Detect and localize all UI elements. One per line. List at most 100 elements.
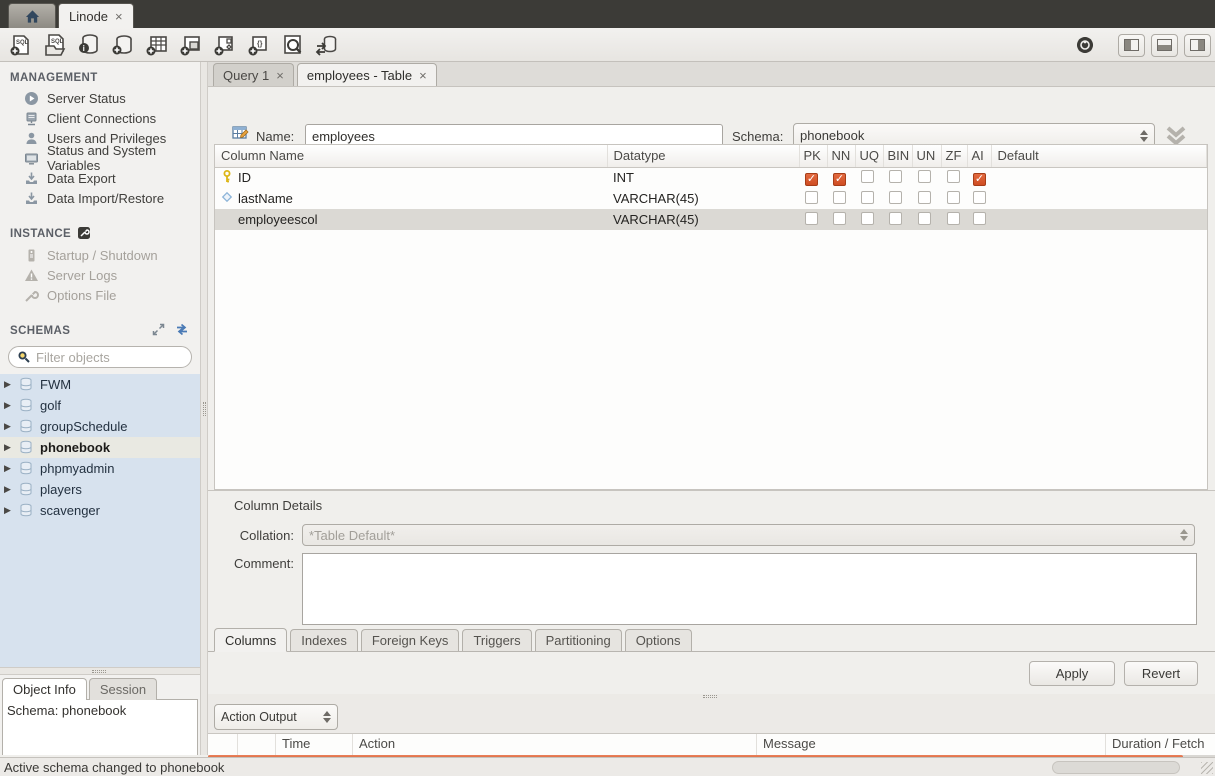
home-tab[interactable] <box>8 3 56 28</box>
schema-item-golf[interactable]: ▶golf <box>0 395 200 416</box>
tab-partitioning[interactable]: Partitioning <box>535 629 622 651</box>
schema-filter-input[interactable] <box>36 350 176 365</box>
checkbox-ai[interactable] <box>973 173 986 186</box>
col-header[interactable]: UN <box>912 145 941 167</box>
output-col-action[interactable]: Action <box>353 734 757 755</box>
checkbox-ai[interactable] <box>973 191 986 204</box>
checkbox-nn[interactable] <box>833 212 846 225</box>
checkbox-pk[interactable] <box>805 173 818 186</box>
schema-item-scavenger[interactable]: ▶scavenger <box>0 500 200 521</box>
tab-query-1[interactable]: Query 1 × <box>213 63 294 86</box>
column-default[interactable] <box>991 167 1207 188</box>
col-header[interactable]: Default <box>991 145 1207 167</box>
close-icon[interactable]: × <box>276 69 284 82</box>
checkbox-pk[interactable] <box>805 191 818 204</box>
open-sql-script-icon[interactable]: SQL <box>42 32 68 58</box>
new-sql-tab-icon[interactable]: SQL <box>8 32 34 58</box>
search-objects-icon[interactable] <box>280 32 306 58</box>
sidebar-splitter[interactable] <box>200 62 208 755</box>
column-row-employeescol[interactable]: employeescol VARCHAR(45) <box>215 209 1207 230</box>
expand-panel-icon[interactable] <box>152 323 167 338</box>
create-routine-icon[interactable] <box>212 32 238 58</box>
schema-item-fwm[interactable]: ▶FWM <box>0 374 200 395</box>
sidebar-item-server-status[interactable]: Server Status <box>0 88 200 108</box>
checkbox-ai[interactable] <box>973 212 986 225</box>
tab-foreign-keys[interactable]: Foreign Keys <box>361 629 460 651</box>
reconnect-dbms-icon[interactable] <box>314 32 340 58</box>
checkbox-un[interactable] <box>918 212 931 225</box>
comment-textarea[interactable] <box>302 553 1197 625</box>
checkbox-bin[interactable] <box>889 170 902 183</box>
checkbox-un[interactable] <box>918 170 931 183</box>
column-row-id[interactable]: ID INT <box>215 167 1207 188</box>
sidebar-item-startup-shutdown[interactable]: Startup / Shutdown <box>0 245 200 265</box>
checkbox-uq[interactable] <box>861 191 874 204</box>
output-col-duration[interactable]: Duration / Fetch <box>1106 734 1215 755</box>
close-icon[interactable]: × <box>115 10 123 23</box>
revert-button[interactable]: Revert <box>1124 661 1198 686</box>
create-table-icon[interactable] <box>144 32 170 58</box>
checkbox-bin[interactable] <box>889 191 902 204</box>
refresh-schemas-icon[interactable] <box>175 323 190 338</box>
col-header[interactable]: Datatype <box>607 145 799 167</box>
checkbox-uq[interactable] <box>861 170 874 183</box>
gear-icon[interactable] <box>1072 32 1098 58</box>
sidebar-item-status-system-variables[interactable]: Status and System Variables <box>0 148 200 168</box>
col-header[interactable]: BIN <box>883 145 912 167</box>
checkbox-un[interactable] <box>918 191 931 204</box>
sidebar-item-data-import[interactable]: Data Import/Restore <box>0 188 200 208</box>
expander-icon[interactable]: ▶ <box>4 463 13 474</box>
checkbox-zf[interactable] <box>947 191 960 204</box>
col-header[interactable]: Column Name <box>215 145 607 167</box>
connection-tab[interactable]: Linode × <box>58 3 134 28</box>
checkbox-nn[interactable] <box>833 173 846 186</box>
expander-icon[interactable]: ▶ <box>4 442 13 453</box>
checkbox-bin[interactable] <box>889 212 902 225</box>
create-function-icon[interactable]: {} <box>246 32 272 58</box>
sidebar-item-server-logs[interactable]: Server Logs <box>0 265 200 285</box>
checkbox-zf[interactable] <box>947 212 960 225</box>
collation-select[interactable]: *Table Default* <box>302 524 1195 546</box>
tab-options[interactable]: Options <box>625 629 692 651</box>
column-default[interactable] <box>991 209 1207 230</box>
column-row-lastname[interactable]: lastName VARCHAR(45) <box>215 188 1207 209</box>
col-header[interactable]: AI <box>967 145 991 167</box>
tab-employees-table[interactable]: employees - Table × <box>297 63 437 86</box>
apply-button[interactable]: Apply <box>1029 661 1115 686</box>
expander-icon[interactable]: ▶ <box>4 379 13 390</box>
object-info-splitter[interactable] <box>0 667 200 675</box>
toggle-bottom-panel-button[interactable] <box>1151 34 1178 57</box>
schema-inspector-icon[interactable]: i <box>76 32 102 58</box>
schema-item-phpmyadmin[interactable]: ▶phpmyadmin <box>0 458 200 479</box>
col-header[interactable]: ZF <box>941 145 967 167</box>
toggle-left-panel-button[interactable] <box>1118 34 1145 57</box>
tab-object-info[interactable]: Object Info <box>2 678 87 700</box>
tab-triggers[interactable]: Triggers <box>462 629 531 651</box>
sidebar-item-options-file[interactable]: Options File <box>0 285 200 305</box>
toggle-right-panel-button[interactable] <box>1184 34 1211 57</box>
expander-icon[interactable]: ▶ <box>4 505 13 516</box>
tab-session[interactable]: Session <box>89 678 157 700</box>
schema-item-groupschedule[interactable]: ▶groupSchedule <box>0 416 200 437</box>
collapse-header-icon[interactable] <box>1163 125 1189 140</box>
expander-icon[interactable]: ▶ <box>4 400 13 411</box>
tab-columns[interactable]: Columns <box>214 628 287 652</box>
output-col-message[interactable]: Message <box>757 734 1106 755</box>
checkbox-nn[interactable] <box>833 191 846 204</box>
checkbox-uq[interactable] <box>861 212 874 225</box>
output-type-select[interactable]: Action Output <box>214 704 338 730</box>
output-col-time[interactable]: Time <box>276 734 353 755</box>
column-default[interactable] <box>991 188 1207 209</box>
expander-icon[interactable]: ▶ <box>4 421 13 432</box>
schema-filter[interactable] <box>8 346 192 368</box>
create-schema-icon[interactable] <box>110 32 136 58</box>
col-header[interactable]: NN <box>827 145 855 167</box>
close-icon[interactable]: × <box>419 69 427 82</box>
schema-item-players[interactable]: ▶players <box>0 479 200 500</box>
schema-item-phonebook[interactable]: ▶phonebook <box>0 437 200 458</box>
sidebar-item-client-connections[interactable]: Client Connections <box>0 108 200 128</box>
tab-indexes[interactable]: Indexes <box>290 629 358 651</box>
expander-icon[interactable]: ▶ <box>4 484 13 495</box>
col-header[interactable]: UQ <box>855 145 883 167</box>
checkbox-zf[interactable] <box>947 170 960 183</box>
